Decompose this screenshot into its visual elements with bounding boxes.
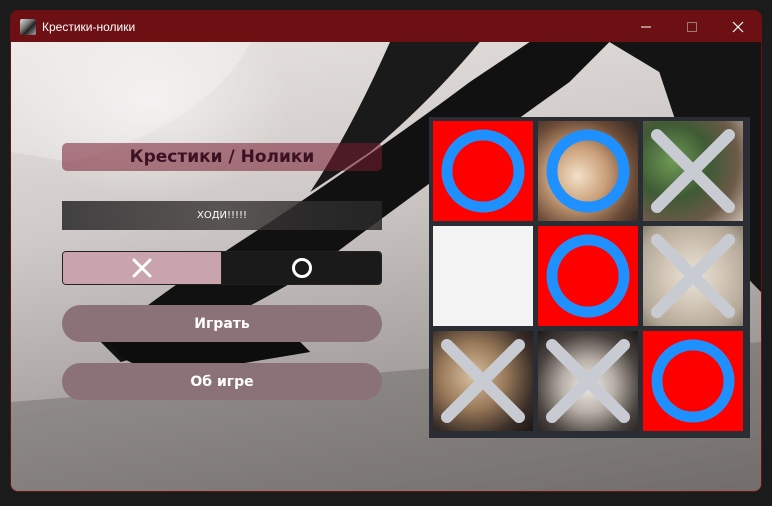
close-button[interactable] bbox=[715, 11, 761, 42]
about-button[interactable]: Об игре bbox=[62, 363, 382, 400]
board-cell[interactable] bbox=[538, 121, 638, 221]
board-cell[interactable] bbox=[433, 226, 533, 326]
title-bar[interactable]: Крестики-нолики bbox=[11, 11, 761, 42]
player-choice-toggle bbox=[62, 251, 382, 285]
status-message: ХОДИ!!!!! bbox=[62, 201, 382, 230]
close-icon bbox=[732, 21, 744, 32]
board-cell[interactable] bbox=[538, 226, 638, 326]
circle-icon bbox=[291, 258, 312, 278]
window-controls bbox=[623, 11, 761, 42]
o-mark-icon bbox=[441, 129, 525, 213]
x-mark-icon bbox=[441, 339, 525, 423]
play-button[interactable]: Играть bbox=[62, 305, 382, 342]
app-window: Крестики-нолики Крестики / Нолики ХОДИ!!… bbox=[10, 10, 762, 492]
window-title: Крестики-нолики bbox=[42, 19, 136, 34]
board-cell[interactable] bbox=[643, 121, 743, 221]
o-mark-icon bbox=[546, 129, 630, 213]
board-cell[interactable] bbox=[433, 121, 533, 221]
x-mark-icon bbox=[651, 234, 735, 318]
background-photo: Крестики / Нолики ХОДИ!!!!! Играть Об иг… bbox=[11, 42, 761, 491]
x-mark-icon bbox=[651, 129, 735, 213]
maximize-icon bbox=[687, 21, 697, 32]
board-cell[interactable] bbox=[643, 226, 743, 326]
minimize-button[interactable] bbox=[623, 11, 669, 42]
minimize-icon bbox=[641, 26, 651, 27]
maximize-button[interactable] bbox=[669, 11, 715, 42]
cross-icon bbox=[132, 258, 152, 278]
cat-app-icon bbox=[20, 18, 36, 35]
game-heading: Крестики / Нолики bbox=[62, 143, 382, 171]
choose-x-option[interactable] bbox=[63, 252, 222, 284]
x-mark-icon bbox=[546, 339, 630, 423]
board-cell[interactable] bbox=[538, 331, 638, 431]
board-cell[interactable] bbox=[433, 331, 533, 431]
choose-o-option[interactable] bbox=[222, 252, 381, 284]
game-board bbox=[429, 117, 750, 438]
o-mark-icon bbox=[651, 339, 735, 423]
o-mark-icon bbox=[546, 234, 630, 318]
board-cell[interactable] bbox=[643, 331, 743, 431]
